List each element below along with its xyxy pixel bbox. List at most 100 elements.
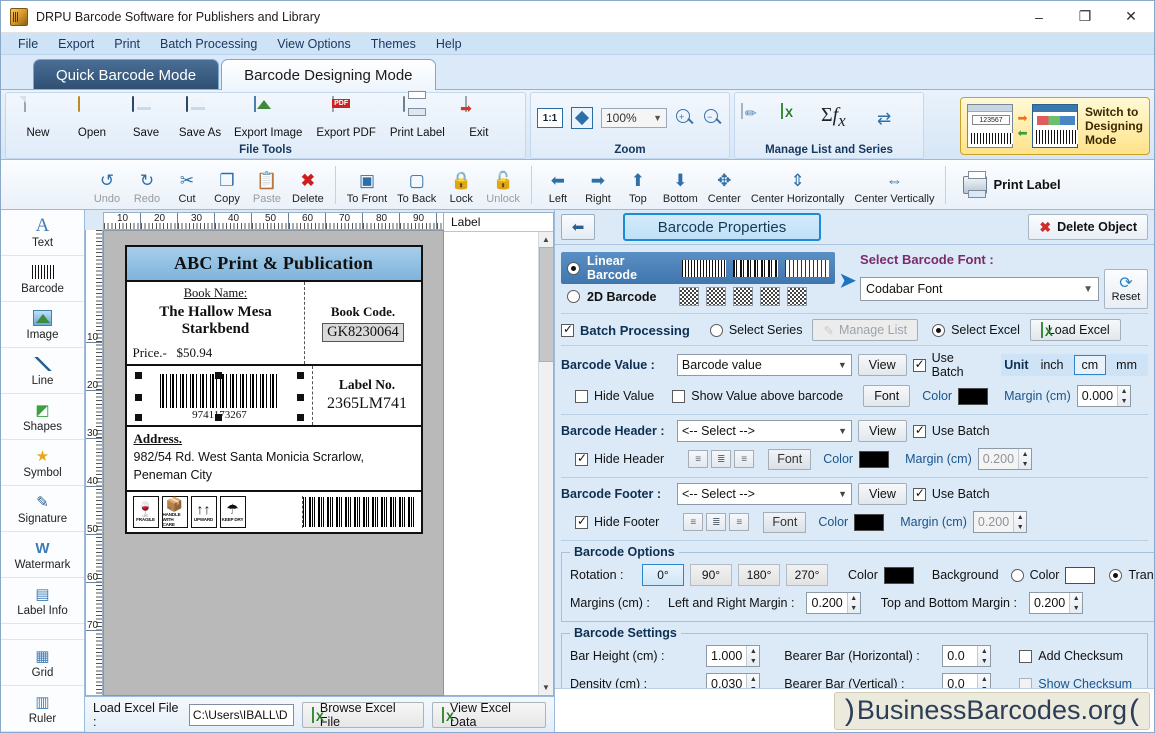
copy-button[interactable]: ❐ Copy bbox=[207, 162, 247, 208]
twod-barcode-option[interactable]: 2D Barcode bbox=[561, 287, 835, 306]
load-excel-button[interactable]: Load Excel bbox=[1029, 319, 1121, 341]
resize-handle[interactable] bbox=[134, 393, 142, 401]
twod-barcode-radio[interactable] bbox=[567, 290, 580, 303]
save-button[interactable]: Save bbox=[120, 93, 172, 143]
header-font-button[interactable]: Font bbox=[768, 448, 812, 470]
sidebar-item-grid[interactable]: ▦ Grid bbox=[1, 640, 84, 686]
sidebar-item-signature[interactable]: ✎ Signature bbox=[1, 486, 84, 532]
scroll-down-icon[interactable]: ▼ bbox=[539, 680, 553, 695]
to-front-button[interactable]: ▣ To Front bbox=[342, 162, 392, 208]
batch-processing-checkbox[interactable] bbox=[561, 322, 574, 337]
minimize-icon[interactable]: – bbox=[1016, 1, 1062, 33]
header-color-swatch[interactable] bbox=[859, 450, 890, 468]
back-arrow-icon[interactable]: ⬅ bbox=[561, 214, 595, 240]
resize-handle[interactable] bbox=[297, 371, 305, 379]
rotation-0-button[interactable]: 0° bbox=[642, 564, 684, 586]
close-icon[interactable]: ✕ bbox=[1108, 1, 1154, 33]
excel-export-icon[interactable] bbox=[781, 103, 809, 132]
label-number-block[interactable]: Label No. 2365LM741 bbox=[313, 366, 420, 425]
view-excel-data-button[interactable]: View Excel Data bbox=[432, 701, 546, 729]
footer-align-left-icon[interactable]: ≡ bbox=[683, 513, 704, 531]
zoom-out-icon[interactable]: − bbox=[703, 108, 723, 128]
background-transparent-radio[interactable] bbox=[1109, 568, 1123, 582]
barcode-sample-1-icon[interactable] bbox=[681, 259, 727, 277]
bar-height-spinner[interactable]: 1.000 ▲ ▼ bbox=[706, 645, 761, 667]
top-bottom-margin-spinner[interactable]: 0.200 ▲ ▼ bbox=[1028, 592, 1084, 614]
menu-help[interactable]: Help bbox=[427, 35, 471, 53]
zoom-fit-icon[interactable] bbox=[571, 107, 593, 129]
barcode-value-view-button[interactable]: View bbox=[857, 354, 907, 376]
lock-button[interactable]: 🔒 Lock bbox=[441, 162, 481, 208]
label-bookcode-block[interactable]: Book Code. GK8230064 bbox=[305, 282, 420, 364]
sidebar-item-line[interactable]: Line bbox=[1, 348, 84, 394]
background-color-radio[interactable] bbox=[1010, 568, 1024, 582]
resize-handle[interactable] bbox=[134, 371, 142, 379]
show-checksum-checkbox[interactable] bbox=[1019, 677, 1033, 688]
footer-align-right-icon[interactable]: ≡ bbox=[729, 513, 750, 531]
twod-barcode-object[interactable] bbox=[302, 496, 415, 527]
sidebar-item-symbol[interactable]: ★ Symbol bbox=[1, 440, 84, 486]
qr-sample-icon[interactable] bbox=[706, 287, 727, 306]
export-image-button[interactable]: Export Image bbox=[228, 93, 308, 143]
zoom-in-icon[interactable]: + bbox=[675, 108, 695, 128]
bearer-vertical-spinner[interactable]: 0.0 ▲▼ bbox=[942, 673, 992, 688]
label-list-scrollbar[interactable]: ▲ ▼ bbox=[538, 232, 554, 695]
label-address-block[interactable]: Address. 982/54 Rd. West Santa Monicia S… bbox=[126, 427, 421, 492]
manage-list-button[interactable]: ✎ Manage List bbox=[812, 319, 919, 341]
barcode-font-select[interactable]: Codabar Font ▼ bbox=[860, 277, 1099, 301]
hide-footer-checkbox[interactable] bbox=[575, 514, 588, 529]
barcode-header-view-button[interactable]: View bbox=[858, 420, 907, 442]
handling-symbols[interactable]: 🍷 FRAGILE 📦 HANDLE WITH CARE ↑↑ UPWARD ☂ KEE… bbox=[132, 495, 303, 528]
new-button[interactable]: New bbox=[12, 93, 64, 143]
barcode-value-use-batch-checkbox[interactable] bbox=[912, 357, 926, 372]
paste-button[interactable]: 📋 Paste bbox=[247, 162, 287, 208]
hide-value-checkbox[interactable] bbox=[575, 389, 588, 403]
exit-button[interactable]: Exit bbox=[453, 93, 505, 143]
barcode-footer-use-batch-checkbox[interactable] bbox=[912, 486, 926, 501]
barcode-value-color-swatch[interactable] bbox=[958, 387, 989, 405]
pdf417-sample-icon[interactable] bbox=[733, 287, 754, 306]
density-spinner[interactable]: 0.030 ▲▼ bbox=[706, 673, 761, 688]
sidebar-item-barcode[interactable]: Barcode bbox=[1, 256, 84, 302]
barcode-value-font-button[interactable]: Font bbox=[863, 385, 911, 407]
delete-object-button[interactable]: ✖ Delete Object bbox=[1028, 214, 1148, 240]
sigma-fx-icon[interactable]: Σfx bbox=[821, 104, 849, 132]
select-excel-radio[interactable] bbox=[932, 323, 946, 337]
footer-color-swatch[interactable] bbox=[854, 513, 885, 531]
show-value-above-checkbox[interactable] bbox=[672, 389, 686, 403]
swap-arrows-icon[interactable]: ⇄ bbox=[877, 109, 901, 131]
sidebar-item-shapes[interactable]: ◩ Shapes bbox=[1, 394, 84, 440]
rotation-180-button[interactable]: 180° bbox=[738, 564, 780, 586]
resize-handle[interactable] bbox=[214, 371, 222, 379]
align-right-button[interactable]: ➡ Right bbox=[578, 162, 618, 208]
barcode-sample-3-icon[interactable] bbox=[784, 259, 830, 277]
center-vertically-button[interactable]: ⇔ Center Vertically bbox=[849, 162, 939, 208]
menu-themes[interactable]: Themes bbox=[362, 35, 425, 53]
label-book-block[interactable]: Book Name: The Hallow Mesa Starkbend Pri… bbox=[127, 282, 306, 364]
align-right-icon[interactable]: ≡ bbox=[734, 450, 755, 468]
label-design[interactable]: ABC Print & Publication Book Name: The H… bbox=[124, 245, 423, 534]
resize-handle[interactable] bbox=[214, 413, 222, 421]
align-center-icon[interactable]: ≣ bbox=[711, 450, 732, 468]
barcode-header-select[interactable]: <-- Select --> ▼ bbox=[677, 420, 852, 442]
print-label-button[interactable]: Print Label bbox=[384, 93, 451, 143]
header-margin-spinner[interactable]: 0.200 ▲ ▼ bbox=[977, 448, 1033, 470]
barcode-header-use-batch-checkbox[interactable] bbox=[912, 423, 926, 438]
design-canvas[interactable]: ABC Print & Publication Book Name: The H… bbox=[103, 230, 444, 696]
align-bottom-button[interactable]: ⬇ Bottom bbox=[658, 162, 703, 208]
unlock-button[interactable]: 🔓 Unlock bbox=[481, 162, 525, 208]
hide-header-checkbox[interactable] bbox=[575, 451, 588, 466]
unit-inch-button[interactable]: inch bbox=[1033, 355, 1072, 375]
unit-mm-button[interactable]: mm bbox=[1108, 355, 1145, 375]
tab-quick-barcode-mode[interactable]: Quick Barcode Mode bbox=[33, 59, 220, 90]
sidebar-item-ruler[interactable]: ▥ Ruler bbox=[1, 686, 84, 732]
align-left-icon[interactable]: ≡ bbox=[688, 450, 709, 468]
datamatrix-sample-icon[interactable] bbox=[679, 287, 700, 306]
edit-list-icon[interactable] bbox=[741, 103, 769, 132]
menu-export[interactable]: Export bbox=[49, 35, 103, 53]
selected-barcode-object[interactable]: 9741173267 bbox=[127, 365, 314, 425]
switch-to-designing-mode-button[interactable]: 123567 ➡ ⬅ Switch to Designing Mode bbox=[960, 96, 1150, 155]
label-list-rows[interactable] bbox=[444, 232, 538, 695]
print-label-toolbar-button[interactable]: Print Label bbox=[952, 162, 1071, 208]
align-top-button[interactable]: ⬆ Top bbox=[618, 162, 658, 208]
